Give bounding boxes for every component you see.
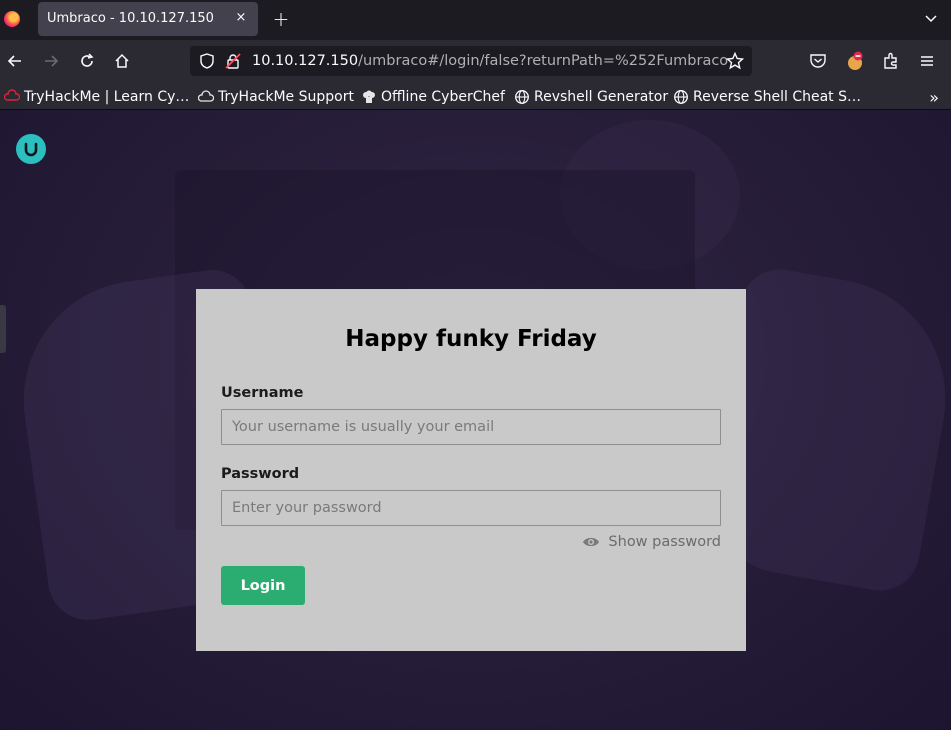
username-input[interactable] xyxy=(221,409,721,445)
url-host: 10.10.127.150 xyxy=(252,53,359,69)
home-button[interactable] xyxy=(110,49,134,73)
bookmark-label: TryHackMe | Learn Cy… xyxy=(24,89,190,105)
cloud-icon xyxy=(198,89,214,105)
new-tab-button[interactable]: + xyxy=(270,8,292,30)
extension-badge-icon[interactable] xyxy=(844,50,866,72)
bookmark-offline-cyberchef[interactable]: Offline CyberChef xyxy=(361,87,505,107)
arrow-left-icon xyxy=(7,55,21,67)
show-password-toggle[interactable]: Show password xyxy=(582,534,721,550)
chevron-down-icon[interactable] xyxy=(923,10,939,26)
page-content: Happy funky Friday Username Password Sho… xyxy=(0,110,951,730)
url-text[interactable]: 10.10.127.150/umbraco#/login/false?retur… xyxy=(252,53,728,69)
shield-icon[interactable] xyxy=(198,52,216,70)
chef-hat-icon xyxy=(361,89,377,105)
bookmark-label: Offline CyberChef xyxy=(381,89,505,105)
close-tab-icon[interactable]: × xyxy=(234,9,248,27)
arrow-right-icon xyxy=(45,55,59,67)
password-label: Password xyxy=(221,466,300,482)
bookmark-label: Reverse Shell Cheat S… xyxy=(693,89,861,105)
bookmark-revshell-generator[interactable]: Revshell Generator xyxy=(514,87,668,107)
eye-icon xyxy=(582,536,600,548)
pocket-icon[interactable] xyxy=(807,50,829,72)
login-button[interactable]: Login xyxy=(221,566,305,605)
bookmark-tryhackme[interactable]: TryHackMe | Learn Cy… xyxy=(4,87,189,107)
reload-icon xyxy=(81,53,94,67)
tryhackme-icon xyxy=(4,89,20,105)
firefox-icon[interactable] xyxy=(4,11,20,27)
navigation-bar: 10.10.127.150/umbraco#/login/false?retur… xyxy=(0,40,951,82)
extensions-icon[interactable] xyxy=(880,50,902,72)
reload-button[interactable] xyxy=(75,49,99,73)
bookmarks-toolbar: TryHackMe | Learn Cy… TryHackMe Support … xyxy=(0,82,951,110)
active-tab[interactable]: Umbraco - 10.10.127.150 × xyxy=(38,2,258,36)
forward-button[interactable] xyxy=(39,49,63,73)
insecure-lock-icon[interactable] xyxy=(224,52,242,70)
globe-icon xyxy=(673,89,689,105)
address-bar[interactable]: 10.10.127.150/umbraco#/login/false?retur… xyxy=(190,46,752,76)
globe-icon xyxy=(514,89,530,105)
side-panel-handle[interactable] xyxy=(0,305,6,353)
login-title: Happy funky Friday xyxy=(345,326,597,352)
tab-title: Umbraco - 10.10.127.150 xyxy=(47,11,214,26)
bookmark-label: Revshell Generator xyxy=(534,89,669,105)
more-bookmarks-icon[interactable]: » xyxy=(929,88,939,107)
password-input[interactable] xyxy=(221,490,721,526)
home-icon xyxy=(115,53,129,68)
username-label: Username xyxy=(221,385,304,401)
back-button[interactable] xyxy=(3,49,27,73)
bookmark-label: TryHackMe Support xyxy=(218,89,354,105)
show-password-label: Show password xyxy=(608,534,721,550)
bookmark-reverse-shell-cheat-sheet[interactable]: Reverse Shell Cheat S… xyxy=(673,87,861,107)
tab-strip: Umbraco - 10.10.127.150 × + xyxy=(0,0,951,40)
menu-icon[interactable] xyxy=(916,50,938,72)
umbraco-logo-icon xyxy=(16,134,46,164)
star-icon[interactable] xyxy=(726,52,744,70)
bookmark-tryhackme-support[interactable]: TryHackMe Support xyxy=(198,87,354,107)
login-card: Happy funky Friday Username Password Sho… xyxy=(196,289,746,651)
url-path: /umbraco#/login/false?returnPath=%252Fum… xyxy=(358,53,729,69)
